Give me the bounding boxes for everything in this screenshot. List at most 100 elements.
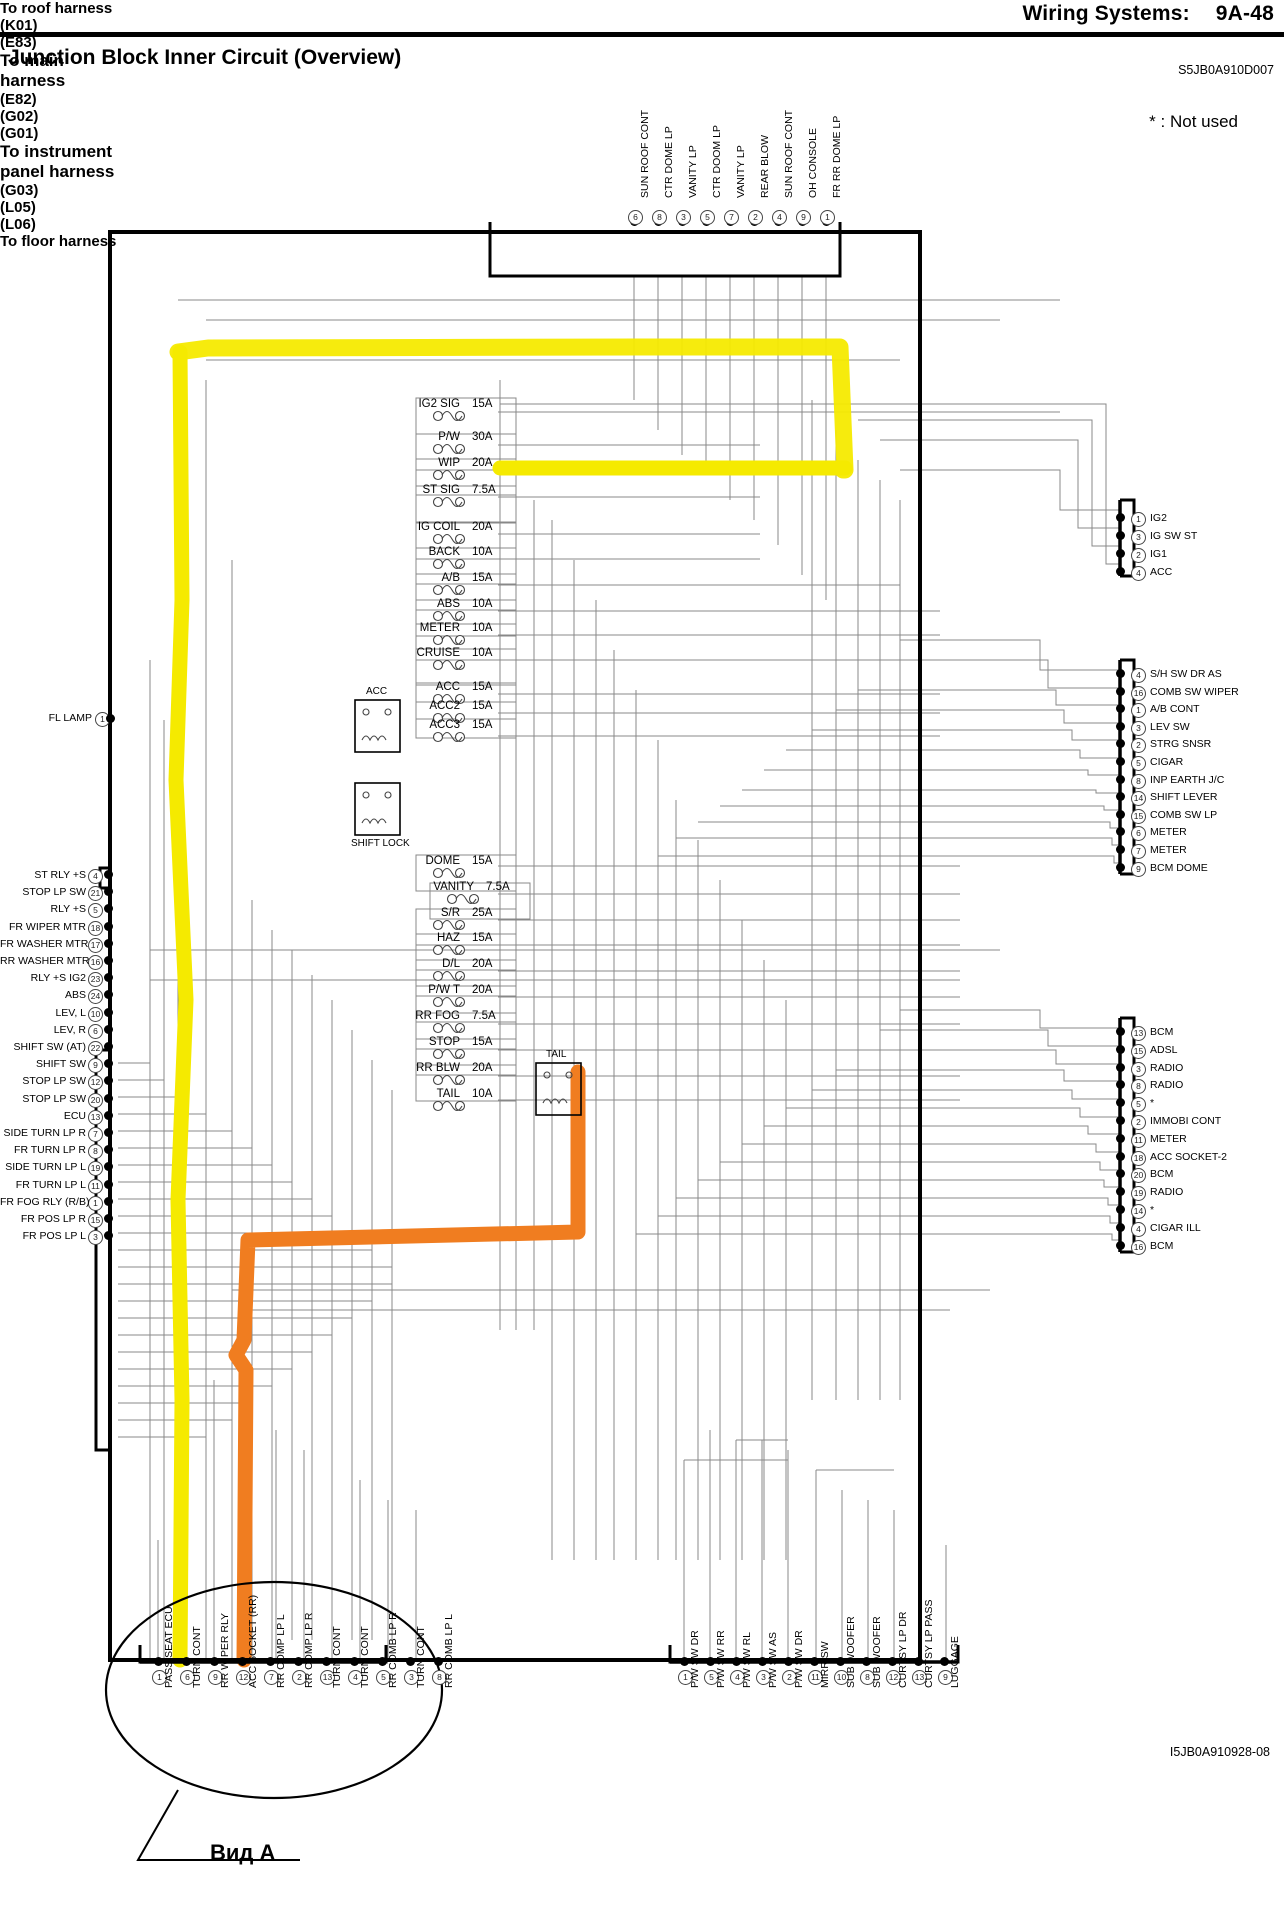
fuse-symbol[interactable] [432, 659, 466, 671]
fuse-symbol[interactable] [432, 970, 466, 982]
connector-pin-number[interactable]: 7 [1131, 844, 1146, 859]
connector-pin-label: RADIO [1150, 1079, 1184, 1092]
fuse-symbol[interactable] [432, 558, 466, 570]
fuse-symbols [432, 410, 480, 1112]
fuse-symbol[interactable] [432, 1048, 466, 1060]
connector-pin-number[interactable]: 11 [88, 1178, 103, 1194]
connector-pin-label: RR COMP LP R [303, 1612, 315, 1688]
fuse-name: CRUISE [416, 647, 460, 659]
fuse-name: HAZ [437, 932, 460, 944]
terminal-dot [104, 1007, 113, 1017]
connector-pin-number[interactable]: 13 [88, 1109, 103, 1125]
fuse-symbol[interactable] [432, 469, 466, 481]
connector-pin-number[interactable]: 3 [1131, 1061, 1146, 1077]
connector-pin-number[interactable]: 5 [700, 210, 715, 225]
connector-pin-number[interactable]: 1 [820, 210, 835, 225]
connector-pin-number[interactable]: 5 [1131, 756, 1146, 771]
fuse-symbol[interactable] [432, 1074, 466, 1086]
connector-pin-number[interactable]: 8 [1131, 773, 1146, 789]
terminal-dot [1116, 686, 1125, 696]
terminal-dot [1116, 862, 1125, 872]
fuse-symbol[interactable] [432, 996, 466, 1008]
connector-pin-label: FR POS LP L [22, 1230, 86, 1243]
connector-pin-number[interactable]: 3 [1131, 720, 1146, 736]
fuse-rating: 7.5A [472, 1010, 496, 1022]
connector-pin-number[interactable]: 8 [652, 210, 667, 225]
connector-pin-number[interactable]: 4 [772, 210, 787, 225]
fuse-symbol[interactable] [432, 867, 466, 879]
terminal-dot [810, 1657, 819, 1666]
fuse-rating: 10A [472, 647, 493, 659]
terminal-dot [378, 1657, 387, 1666]
fuse-symbol[interactable] [432, 634, 466, 646]
connector-pin-label: FR FOG RLY (R/B) [0, 1195, 90, 1208]
fuse-symbol[interactable] [432, 610, 466, 622]
fuse-symbol[interactable] [432, 533, 466, 545]
connector-pin-number[interactable]: 14 [1131, 1204, 1146, 1219]
connector-pin-number[interactable]: 1 [1131, 512, 1146, 527]
connector-pin-label: SHIFT SW [36, 1058, 86, 1071]
fuse-symbol[interactable] [432, 1100, 466, 1112]
fuse-symbol[interactable] [432, 496, 466, 508]
fuse-rating: 20A [472, 984, 493, 996]
connector-pin-number[interactable]: 16 [1131, 685, 1146, 701]
connector-pin-number[interactable]: 16 [88, 955, 103, 970]
connector-pin-label: P/W SW DR [793, 1630, 805, 1688]
fuse-name: VANITY [433, 881, 474, 893]
connector-pin-number[interactable]: 16 [1131, 1239, 1146, 1255]
connector-pin-number[interactable]: 4 [1131, 1221, 1146, 1237]
connector-pin-number[interactable]: 7 [88, 1127, 103, 1142]
connector-pin-number[interactable]: 15 [1131, 1043, 1146, 1059]
connector-pin-number[interactable]: 9 [1131, 861, 1146, 877]
terminal-dot [238, 1657, 247, 1666]
connector-pin-number[interactable]: 9 [796, 210, 811, 225]
fuse-name: BACK [428, 546, 460, 558]
connector-pin-label: SIDE TURN LP L [5, 1161, 86, 1174]
connector-pin-number[interactable]: 10 [88, 1006, 103, 1022]
connector-pin-label: S/H SW DR AS [1150, 668, 1222, 680]
connector-pin-label: RR WASHER MTR [0, 955, 90, 967]
connector-pin-number[interactable]: 18 [1131, 1150, 1146, 1166]
connector-pin-number[interactable]: 3 [1131, 530, 1146, 546]
connector-pin-number[interactable]: 17 [88, 937, 103, 953]
terminal-dot [104, 870, 113, 879]
fuse-name: IG COIL [417, 521, 460, 533]
fuse-symbol[interactable] [432, 443, 466, 455]
fuse-symbol[interactable] [432, 1022, 466, 1034]
connector-pin-number[interactable]: 18 [88, 920, 103, 936]
connector-pin-label: RR COMP LP L [275, 1614, 287, 1688]
fuse-symbol[interactable] [432, 731, 466, 743]
fuse-symbol[interactable] [432, 919, 466, 931]
fuse-symbol[interactable] [432, 410, 466, 422]
fuse-symbol[interactable] [432, 584, 466, 596]
connector-pin-number[interactable]: 13 [1131, 1026, 1146, 1041]
connector-pin-number[interactable]: 4 [1131, 668, 1146, 683]
fuse-name: ACC2 [429, 700, 460, 712]
connector-pin-number[interactable]: 2 [748, 210, 763, 225]
terminal-dot [1116, 774, 1125, 784]
fuse-name: RR FOG [415, 1010, 460, 1022]
connector-pin-number[interactable]: 6 [88, 1023, 103, 1039]
connector-pin-number[interactable]: 3 [676, 210, 691, 225]
connector-pin-label: CIGAR [1150, 756, 1184, 768]
terminal-dot [104, 1093, 113, 1103]
connector-pin-label: VANITY LP [735, 145, 747, 198]
connector-pin-number[interactable]: 15 [1131, 808, 1146, 824]
fuse-symbol[interactable] [446, 893, 480, 905]
connector-pin-number[interactable]: 2 [1131, 1115, 1146, 1130]
connector-pin-number[interactable]: 11 [1131, 1132, 1146, 1148]
terminal-dot [104, 1196, 113, 1206]
connector-pin-number[interactable]: 4 [88, 869, 103, 884]
connector-pin-number[interactable]: 6 [628, 210, 643, 225]
connector-pin-number[interactable]: 7 [724, 210, 739, 225]
connector-pin-number[interactable]: 1 [88, 1195, 103, 1211]
fuse-rating: 20A [472, 521, 493, 533]
connector-pin-label: P/W SW RR [715, 1630, 727, 1688]
terminal-dot [1116, 1240, 1125, 1250]
connector-pin-number[interactable]: 15 [88, 1213, 103, 1228]
fuse-name: TAIL [436, 1088, 460, 1100]
terminal-dot [1116, 1027, 1125, 1036]
connector-pin-number[interactable]: 22 [88, 1041, 103, 1056]
connector-pin-number[interactable]: 20 [88, 1092, 103, 1108]
relay-label-shift-lock: SHIFT LOCK [351, 838, 410, 849]
